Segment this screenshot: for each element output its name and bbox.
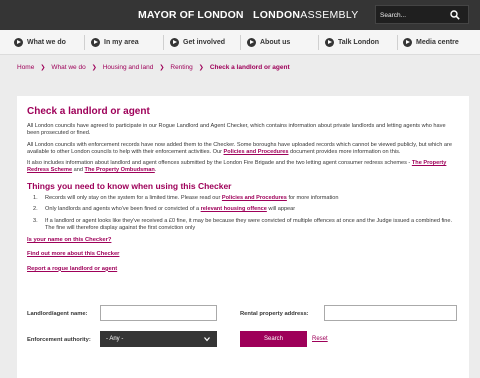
breadcrumb-renting[interactable]: Renting — [170, 64, 192, 71]
circle-arrow-icon — [325, 38, 334, 47]
breadcrumb-current: Check a landlord or agent — [209, 64, 290, 71]
circle-arrow-icon — [14, 38, 23, 47]
search-button[interactable]: Search — [240, 331, 307, 347]
report-rogue-landlord-link[interactable]: Report a rogue landlord or agent — [27, 266, 117, 272]
reset-link[interactable]: Reset — [312, 336, 328, 342]
find-out-more-link[interactable]: Find out more about this Checker — [27, 251, 119, 257]
circle-arrow-icon — [170, 38, 179, 47]
assembly-logo-suffix: ASSEMBLY — [300, 9, 359, 21]
name-on-checker-link[interactable]: Is your name on this Checker? — [27, 237, 111, 243]
search-input[interactable] — [380, 9, 450, 21]
mayor-of-london-logo[interactable]: MAYOR OF LONDON — [138, 9, 244, 21]
breadcrumb-housing-and-land[interactable]: Housing and land — [103, 64, 154, 71]
content-card: Check a landlord or agent All London cou… — [17, 96, 469, 378]
list-text-before: Records will only stay on the system for… — [45, 194, 222, 201]
list-number: 1. — [33, 194, 38, 201]
nav-item-label: About us — [260, 39, 291, 46]
property-address-label: Rental property address: — [240, 311, 309, 317]
landlord-name-input[interactable] — [100, 305, 217, 321]
offences-paragraph: It also includes information about landl… — [27, 160, 459, 174]
nav-item-media-centre[interactable]: Media centre — [403, 30, 459, 55]
nav-divider — [240, 35, 241, 50]
list-number: 2. — [33, 206, 38, 213]
name-on-checker-row: Is your name on this Checker? — [27, 237, 459, 243]
chevron-down-icon — [204, 337, 210, 342]
list-item-text: Records will only stay on the system for… — [45, 195, 339, 202]
breadcrumb: Home ❯ What we do ❯ Housing and land ❯ Rent… — [17, 64, 290, 71]
nav-divider — [318, 35, 319, 50]
search-icon[interactable] — [450, 10, 460, 20]
report-rogue-row: Report a rogue landlord or agent — [27, 266, 459, 272]
enforcement-authority-select[interactable]: - Any - — [100, 331, 217, 347]
list-text-after: will appear — [266, 206, 296, 213]
list-item: 2. Only landlords and agents who've been … — [33, 206, 459, 213]
offences-text-and: and — [72, 167, 85, 174]
page-title: Check a landlord or agent — [27, 106, 150, 117]
nav-item-label: Get involved — [183, 39, 226, 46]
list-policies-procedures-link[interactable]: Policies and Procedures — [222, 195, 287, 201]
nav-item-in-my-area[interactable]: In my area — [91, 30, 139, 55]
breadcrumb-home[interactable]: Home — [17, 64, 34, 71]
things-to-know-heading: Things you need to know when using this … — [27, 180, 232, 191]
nav-item-what-we-do[interactable]: What we do — [14, 30, 66, 55]
chevron-right-icon: ❯ — [91, 65, 97, 71]
search-box — [375, 5, 469, 24]
nav-divider — [84, 35, 85, 50]
chevron-right-icon: ❯ — [40, 65, 46, 71]
property-ombudsman-link[interactable]: The Property Ombudsman — [85, 167, 155, 173]
nav-item-about-us[interactable]: About us — [247, 30, 290, 55]
offences-text-before: It also includes information about landl… — [27, 160, 412, 167]
relevant-housing-offence-link[interactable]: relevant housing offence — [201, 206, 267, 212]
find-out-more-row: Find out more about this Checker — [27, 251, 459, 257]
policies-procedures-link[interactable]: Policies and Procedures — [224, 149, 289, 155]
records-text-after: document provides more information on th… — [288, 148, 401, 155]
selected-authority: - Any - — [106, 336, 124, 342]
circle-arrow-icon — [403, 38, 412, 47]
property-address-input[interactable] — [324, 305, 457, 321]
records-paragraph: All London councils with enforcement rec… — [27, 142, 459, 156]
nav-item-label: Talk London — [338, 39, 380, 46]
landlord-name-label: Landlord/agent name: — [27, 311, 88, 317]
list-text-before: Only landlords and agents who've been fi… — [45, 206, 201, 213]
nav-item-talk-london[interactable]: Talk London — [325, 30, 379, 55]
nav-divider — [397, 35, 398, 50]
circle-arrow-icon — [247, 38, 256, 47]
chevron-right-icon: ❯ — [198, 65, 204, 71]
list-item-text: If a landlord or agent looks like they'v… — [45, 217, 453, 232]
nav-divider — [163, 35, 164, 50]
nav-item-label: Media centre — [416, 39, 459, 46]
main-nav: What we do In my area Get involved About… — [0, 30, 480, 55]
intro-paragraph: All London councils have agreed to parti… — [27, 123, 446, 137]
list-item: 1. Records will only stay on the system f… — [33, 195, 459, 202]
assembly-logo-prefix: LONDON — [253, 9, 301, 21]
list-item-text: Only landlords and agents who've been fi… — [45, 206, 295, 213]
chevron-right-icon: ❯ — [159, 65, 165, 71]
nav-item-label: What we do — [27, 39, 66, 46]
circle-arrow-icon — [91, 38, 100, 47]
nav-item-label: In my area — [104, 39, 139, 46]
things-to-know-list: 1. Records will only stay on the system f… — [27, 195, 459, 233]
list-number: 3. — [33, 217, 38, 224]
enforcement-authority-label: Enforcement authority: — [27, 337, 91, 343]
breadcrumb-what-we-do[interactable]: What we do — [51, 64, 85, 71]
nav-item-get-involved[interactable]: Get involved — [170, 30, 225, 55]
offences-text-end: . — [154, 167, 157, 174]
site-header: MAYOR OF LONDON LONDONASSEMBLY — [0, 0, 480, 30]
list-text-after: for more information — [286, 194, 339, 201]
list-item: 3. If a landlord or agent looks like they… — [33, 218, 459, 232]
content-body: Check a landlord or agent All London cou… — [27, 106, 459, 280]
london-assembly-logo[interactable]: LONDONASSEMBLY — [253, 9, 359, 21]
